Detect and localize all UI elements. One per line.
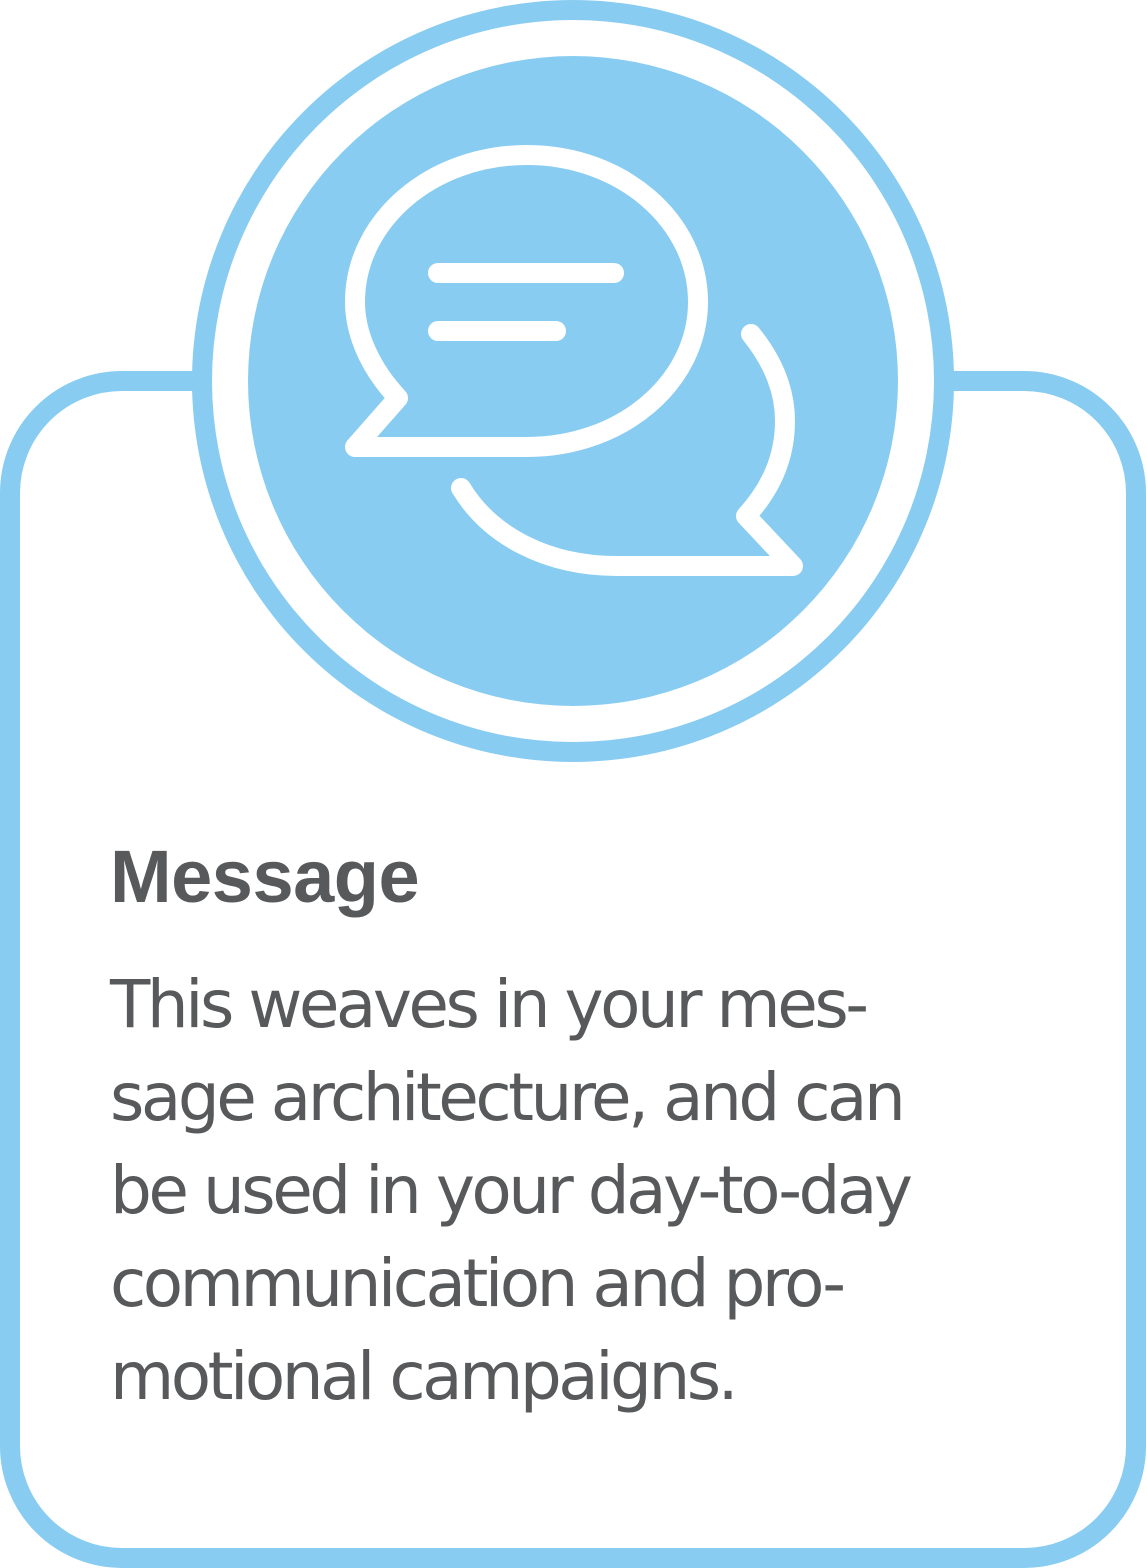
card-title: Message <box>110 835 420 918</box>
description-line-2: sage architecture, and can <box>110 1059 906 1136</box>
card-description: This weaves in your mes- sage architectu… <box>110 958 913 1423</box>
description-line-3: be used in your day-to-day <box>110 1152 913 1229</box>
description-line-1: This weaves in your mes- <box>110 966 869 1043</box>
description-line-5: motional campaigns. <box>110 1338 739 1415</box>
description-line-4: communication and pro- <box>110 1245 846 1322</box>
